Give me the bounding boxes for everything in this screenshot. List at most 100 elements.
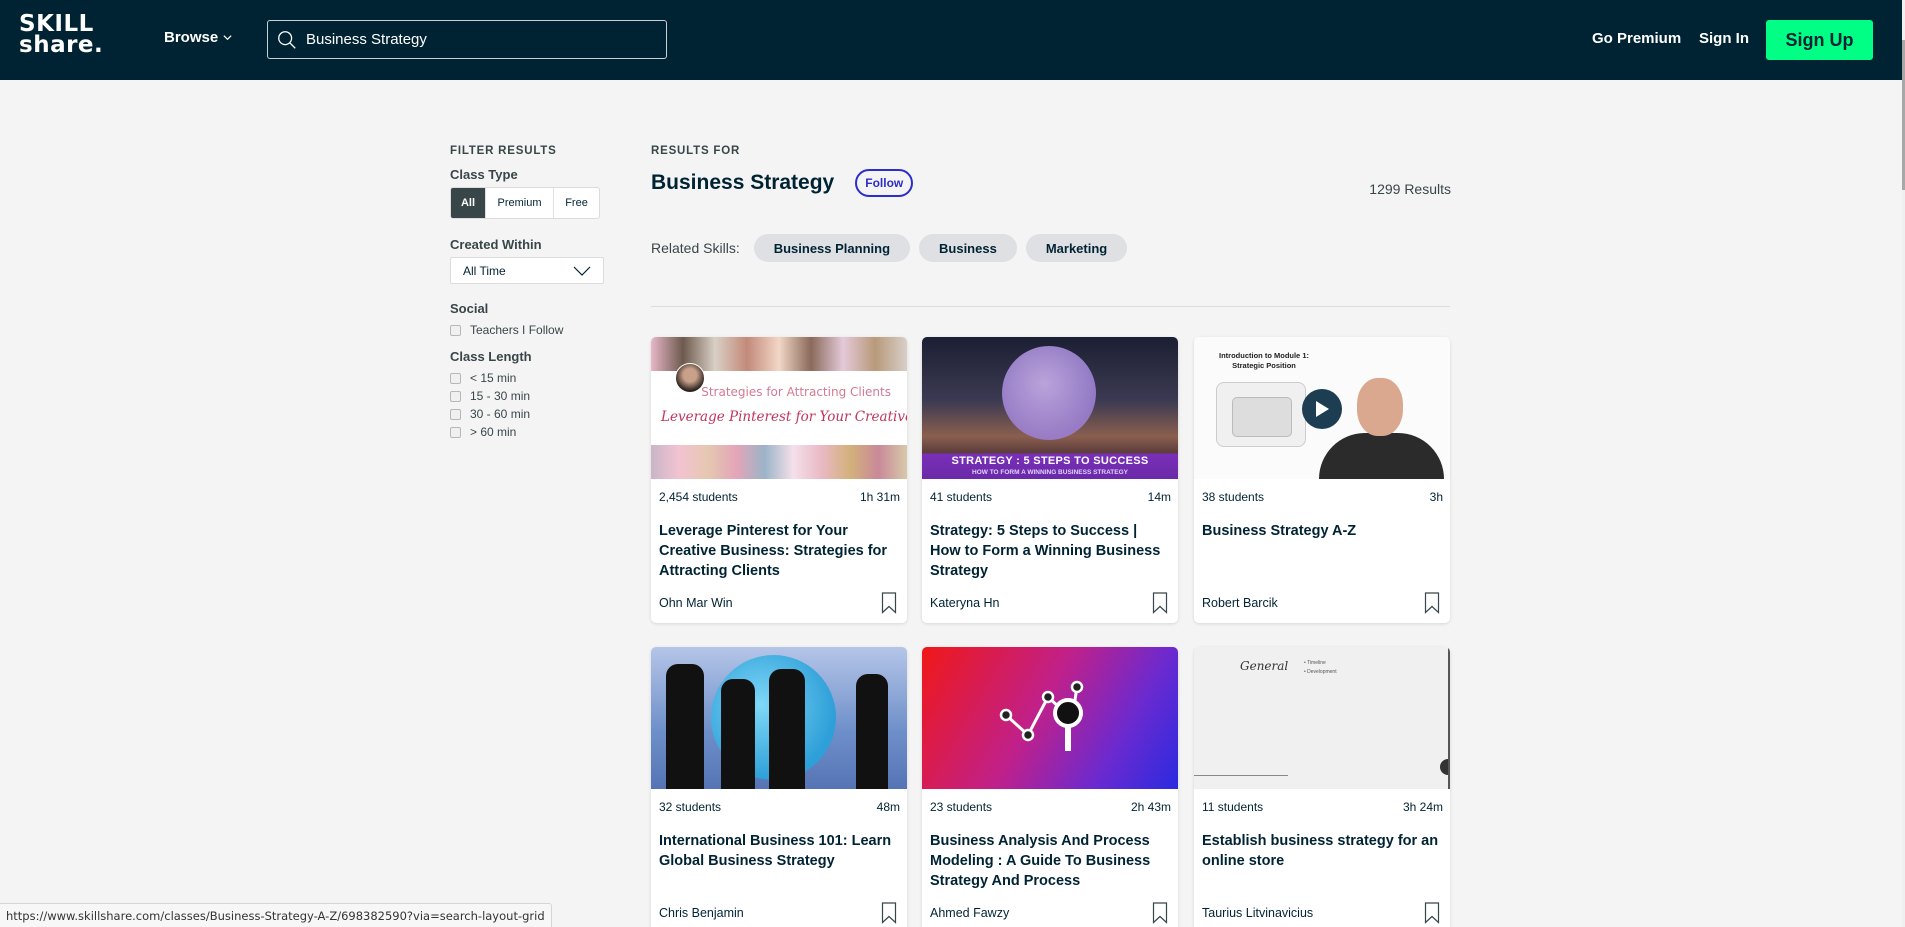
checkbox-label: < 15 min [470, 371, 517, 385]
skillshare-logo[interactable]: SKILL share. [19, 13, 103, 57]
browse-menu-button[interactable]: Browse [164, 29, 233, 46]
related-skill-chip[interactable]: Marketing [1025, 234, 1128, 262]
thumbnail-heading: Introduction to Module 1: Strategic Posi… [1219, 351, 1309, 370]
search-box[interactable] [267, 20, 667, 59]
teacher-name[interactable]: Ahmed Fawzy [930, 906, 1009, 920]
length-over-60-checkbox[interactable]: > 60 min [450, 423, 620, 441]
class-thumbnail[interactable]: General • Timeline • Development [1194, 647, 1450, 789]
class-title[interactable]: Business Analysis And Process Modeling :… [922, 831, 1178, 893]
related-skill-chip[interactable]: Business Planning [753, 234, 911, 262]
class-title[interactable]: Leverage Pinterest for Your Creative Bus… [651, 521, 907, 583]
search-query-title: Business Strategy [651, 171, 835, 194]
checkbox[interactable] [450, 408, 461, 420]
class-thumbnail[interactable]: STRATEGY : 5 STEPS TO SUCCESS HOW TO FOR… [922, 337, 1178, 479]
class-thumbnail[interactable] [922, 647, 1178, 789]
checkbox-label: 15 - 30 min [470, 389, 531, 403]
checkbox[interactable] [450, 390, 461, 402]
class-thumbnail[interactable] [651, 647, 907, 789]
class-type-heading: Class Type [450, 167, 518, 182]
class-duration: 2h 43m [1130, 800, 1171, 814]
related-skills: Related Skills: Business Planning Busine… [651, 234, 1451, 262]
checkbox[interactable] [450, 324, 461, 336]
student-count: 23 students [930, 800, 993, 814]
go-premium-link[interactable]: Go Premium [1592, 30, 1681, 47]
class-title[interactable]: International Business 101: Learn Global… [651, 831, 907, 893]
created-within-value: All Time [463, 263, 506, 278]
sign-up-button[interactable]: Sign Up [1766, 20, 1873, 60]
class-card[interactable]: 32 students 48m International Business 1… [651, 647, 907, 927]
follow-button[interactable]: Follow [855, 169, 914, 197]
teacher-name[interactable]: Kateryna Hn [930, 596, 999, 610]
chevron-down-icon [573, 266, 591, 276]
related-skills-label: Related Skills: [651, 240, 740, 256]
checkbox[interactable] [450, 426, 461, 438]
created-within-heading: Created Within [450, 237, 542, 252]
browse-label: Browse [164, 29, 219, 46]
teachers-i-follow-checkbox[interactable]: Teachers I Follow [450, 321, 620, 339]
student-count: 32 students [659, 800, 722, 814]
teacher-name[interactable]: Robert Barcik [1202, 596, 1278, 610]
class-duration: 3h 24m [1402, 800, 1443, 814]
teacher-name[interactable]: Chris Benjamin [659, 906, 744, 920]
student-count: 2,454 students [659, 490, 738, 504]
thumbnail-title: STRATEGY : 5 STEPS TO SUCCESS [951, 455, 1149, 467]
length-30-60-checkbox[interactable]: 30 - 60 min [450, 405, 620, 423]
checkbox-label: Teachers I Follow [470, 323, 564, 337]
length-15-30-checkbox[interactable]: 15 - 30 min [450, 387, 620, 405]
results-for-label: RESULTS FOR [651, 145, 741, 157]
thumbnail-diagram [1216, 382, 1306, 447]
class-title[interactable]: Business Strategy A-Z [1194, 521, 1450, 583]
bookmark-icon[interactable] [1152, 902, 1168, 924]
class-duration: 1h 31m [859, 490, 900, 504]
bookmark-icon[interactable] [1152, 592, 1168, 614]
created-within-select[interactable]: All Time [450, 257, 604, 284]
class-thumbnail[interactable]: Introduction to Module 1: Strategic Posi… [1194, 337, 1450, 479]
class-card[interactable]: Strategies for Attracting Clients Levera… [651, 337, 907, 623]
results-header: RESULTS FOR Business Strategy Follow 129… [651, 145, 1451, 262]
class-title[interactable]: Establish business strategy for an onlin… [1194, 831, 1450, 893]
thumbnail-bullets: • Timeline • Development [1304, 660, 1337, 675]
teacher-name[interactable]: Ohn Mar Win [659, 596, 733, 610]
top-nav-bar: SKILL share. Browse Go Premium Sign In S… [0, 0, 1902, 80]
related-skill-chip[interactable]: Business [919, 234, 1017, 262]
bookmark-icon[interactable] [881, 902, 897, 924]
bookmark-icon[interactable] [881, 592, 897, 614]
thumbnail-heading: General [1240, 659, 1289, 673]
divider [651, 306, 1450, 307]
student-count: 11 students [1202, 800, 1264, 814]
class-card[interactable]: STRATEGY : 5 STEPS TO SUCCESS HOW TO FOR… [922, 337, 1178, 623]
class-type-all[interactable]: All [451, 188, 486, 218]
class-card[interactable]: Introduction to Module 1: Strategic Posi… [1194, 337, 1450, 623]
bookmark-icon[interactable] [1424, 592, 1440, 614]
link-status-url: https://www.skillshare.com/classes/Busin… [0, 903, 552, 927]
analytics-graphic [999, 680, 1084, 751]
play-button[interactable] [1302, 389, 1342, 429]
class-type-free[interactable]: Free [554, 188, 599, 218]
play-icon [1316, 401, 1329, 417]
class-card[interactable]: 23 students 2h 43m Business Analysis And… [922, 647, 1178, 927]
search-input[interactable] [306, 31, 646, 48]
checkbox-label: 30 - 60 min [470, 407, 531, 421]
class-type-premium[interactable]: Premium [486, 188, 554, 218]
thumbnail-subtitle: HOW TO FORM A WINNING BUSINESS STRATEGY [972, 469, 1128, 476]
instructor-image [1319, 374, 1444, 479]
length-under-15-checkbox[interactable]: < 15 min [450, 369, 620, 387]
class-card[interactable]: General • Timeline • Development 11 stud… [1194, 647, 1450, 927]
social-heading: Social [450, 301, 489, 316]
results-count: 1299 Results [1369, 181, 1451, 197]
class-length-heading: Class Length [450, 349, 532, 364]
bookmark-icon[interactable] [1424, 902, 1440, 924]
filter-results-title: FILTER RESULTS [450, 145, 557, 157]
search-icon [278, 30, 296, 49]
teacher-name[interactable]: Taurius Litvinavicius [1202, 906, 1313, 920]
thumbnail-subtitle: Strategies for Attracting Clients [701, 385, 891, 399]
class-title[interactable]: Strategy: 5 Steps to Success | How to Fo… [922, 521, 1178, 583]
class-thumbnail[interactable]: Strategies for Attracting Clients Levera… [651, 337, 907, 479]
checkbox[interactable] [450, 372, 461, 384]
class-duration: 3h [1429, 490, 1443, 504]
sign-in-link[interactable]: Sign In [1699, 30, 1749, 47]
checkbox-label: > 60 min [470, 425, 517, 439]
student-count: 41 students [930, 490, 993, 504]
class-duration: 14m [1147, 490, 1171, 504]
filter-sidebar: FILTER RESULTS Class Type All Premium Fr… [450, 145, 620, 441]
